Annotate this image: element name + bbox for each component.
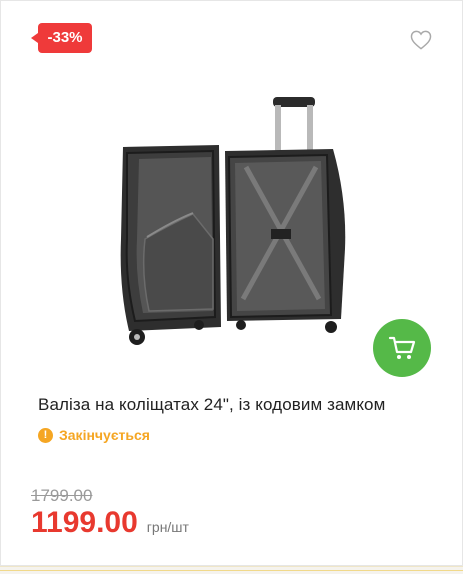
suitcase-base [225, 149, 346, 333]
current-price: 1199.00 грн/шт [31, 506, 189, 540]
next-card-edge [0, 566, 463, 574]
exclamation-icon: ! [38, 427, 53, 443]
stock-status-label: Закінчується [59, 427, 150, 443]
old-price: 1799.00 [31, 486, 93, 505]
product-image[interactable] [101, 89, 361, 357]
add-to-cart-button[interactable] [373, 319, 431, 377]
suitcase-lid [120, 145, 221, 345]
heart-outline-icon [410, 30, 432, 50]
stock-status: ! Закінчується [38, 427, 150, 443]
cart-icon [388, 336, 416, 359]
price-value: 1199.00 [31, 506, 138, 539]
product-card[interactable]: -33% Валіза на коліщатах 24", із кодовим… [0, 0, 463, 566]
discount-badge: -33% [31, 23, 92, 53]
product-title[interactable]: Валіза на коліщатах 24", із кодовим замк… [38, 395, 438, 415]
price-unit: грн/шт [146, 519, 189, 535]
wishlist-button[interactable] [408, 28, 434, 52]
discount-label: -33% [47, 29, 83, 46]
